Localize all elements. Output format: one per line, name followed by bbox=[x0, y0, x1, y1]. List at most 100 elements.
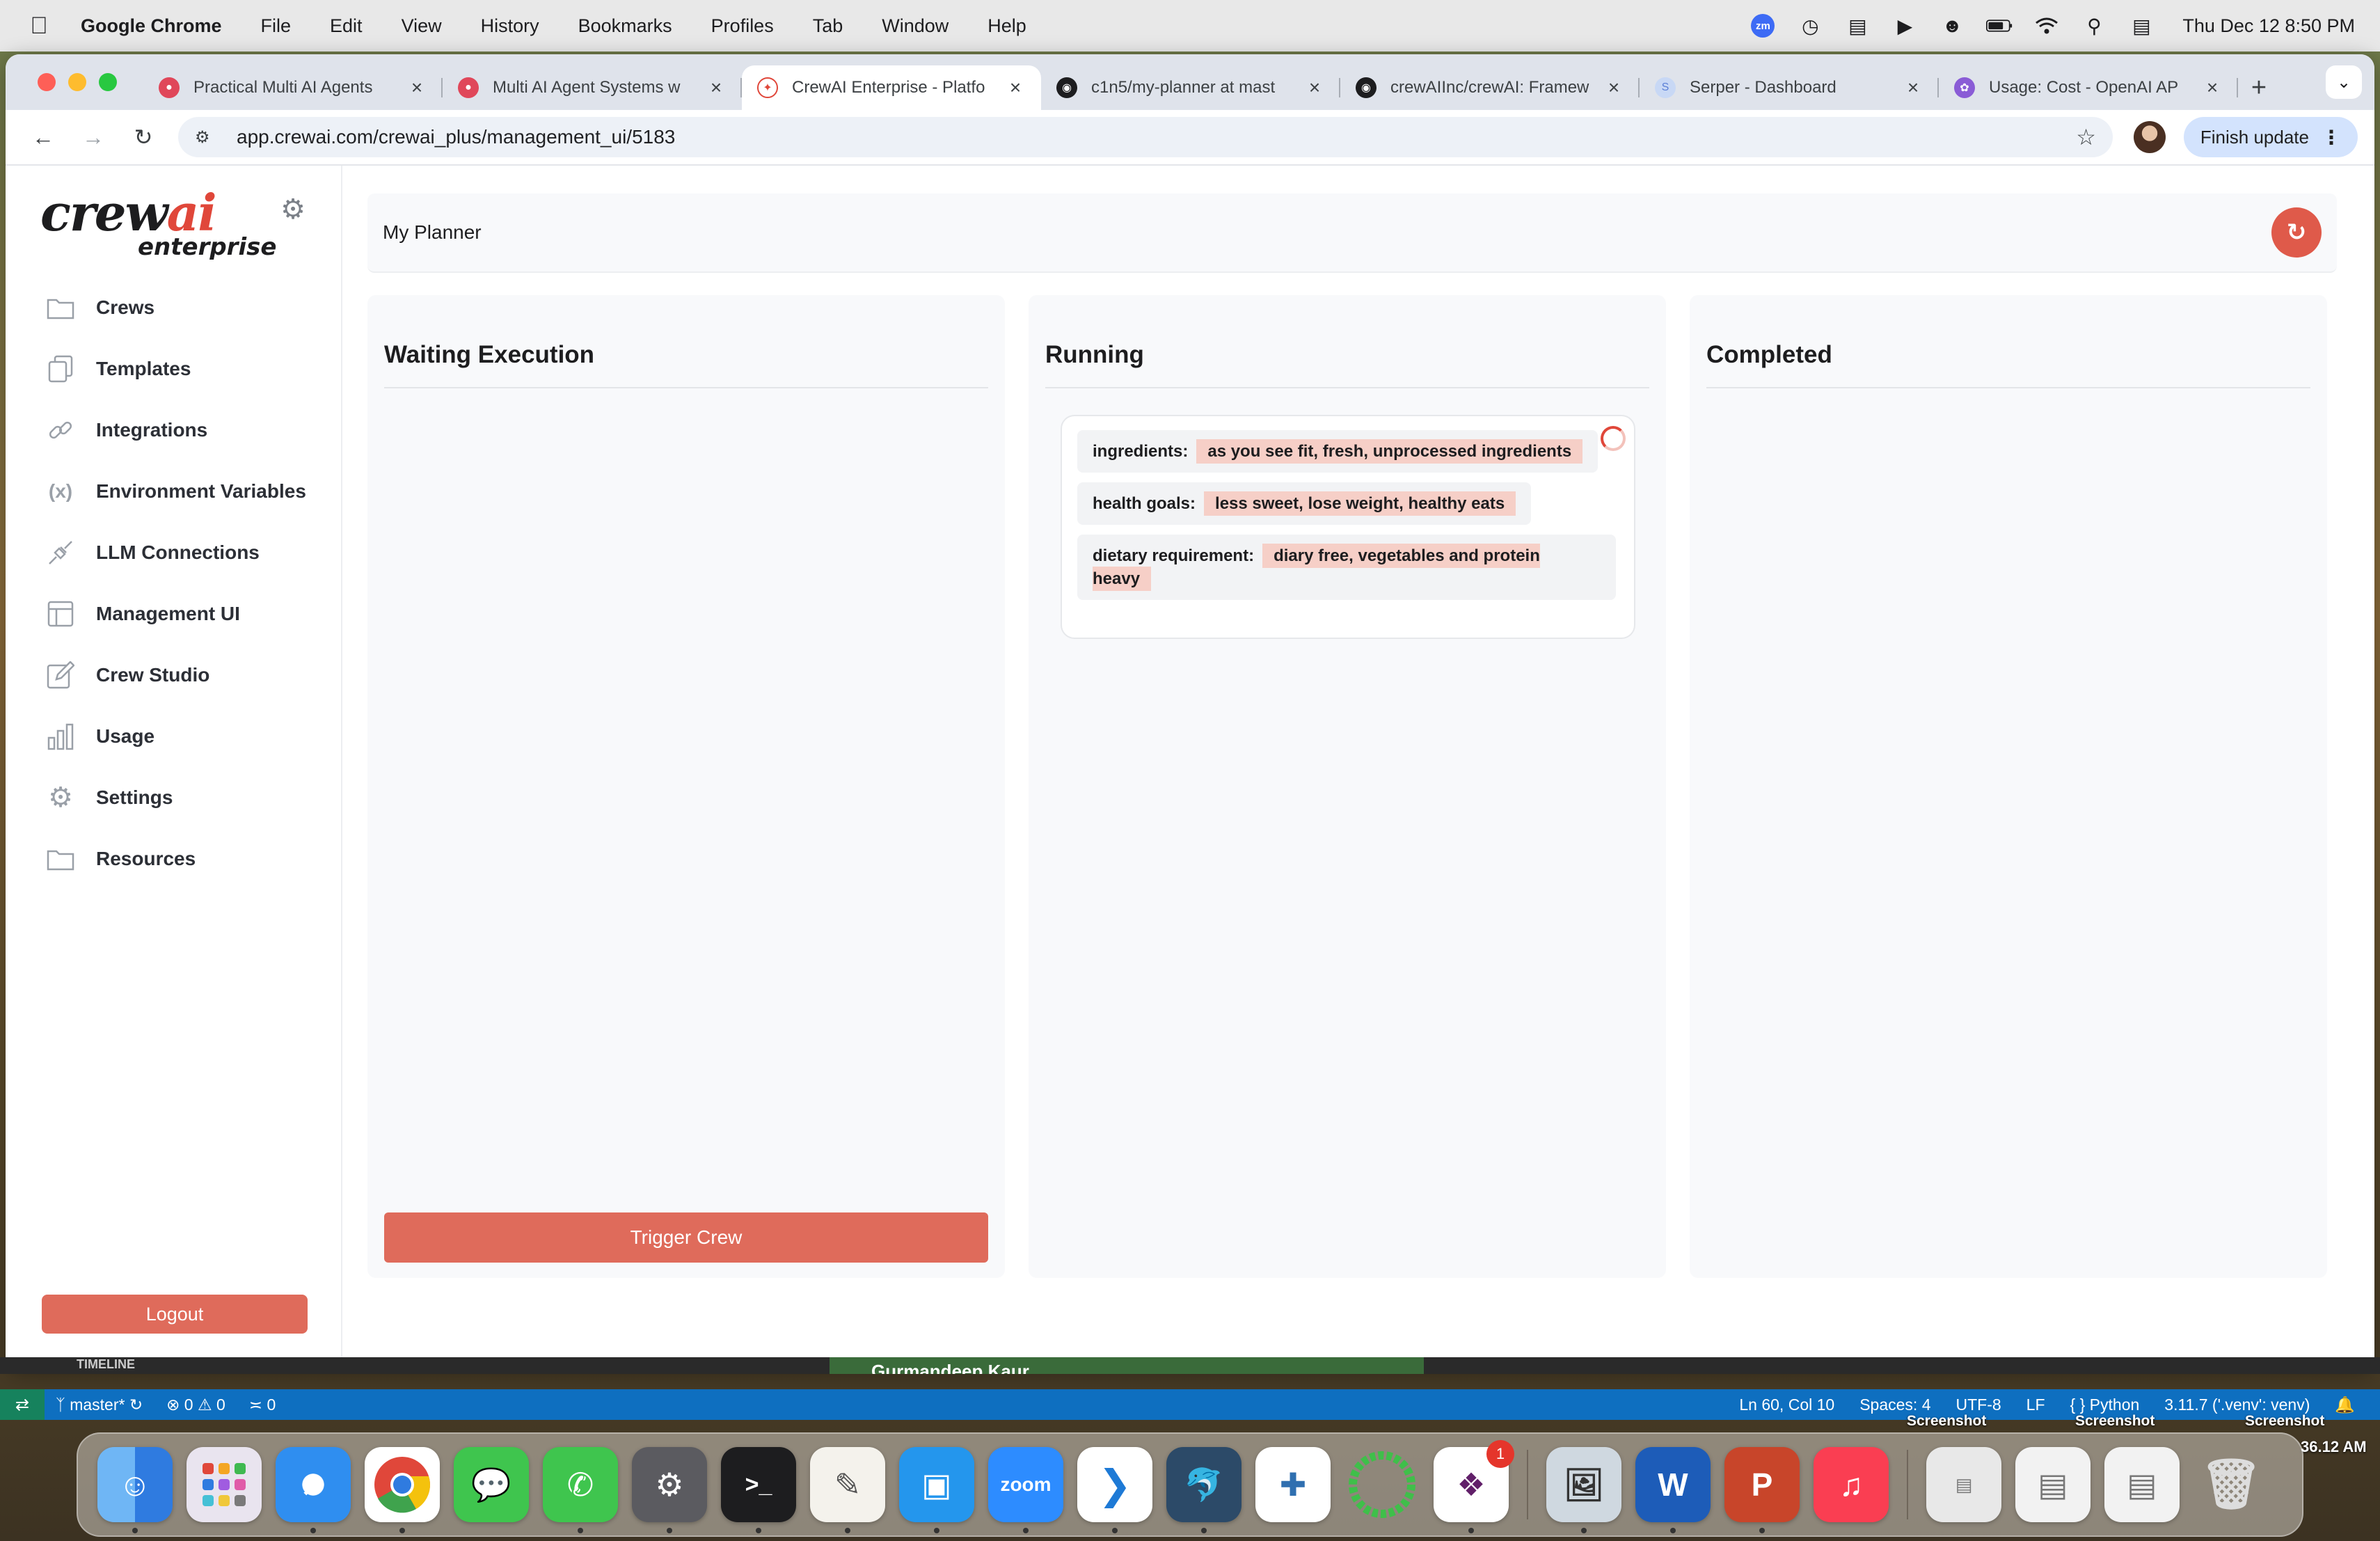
site-info-icon[interactable]: ⚙ bbox=[195, 127, 223, 148]
word-icon[interactable]: W bbox=[1635, 1447, 1711, 1533]
search-icon[interactable]: ⚲ bbox=[2081, 13, 2107, 39]
menu-edit[interactable]: Edit bbox=[330, 15, 363, 37]
menu-window[interactable]: Window bbox=[882, 15, 949, 37]
powerpoint-icon[interactable]: P bbox=[1724, 1447, 1800, 1533]
close-tab-icon[interactable]: × bbox=[2202, 77, 2223, 99]
menu-history[interactable]: History bbox=[481, 15, 539, 37]
close-tab-icon[interactable]: × bbox=[406, 77, 427, 99]
browser-tab[interactable]: ● Multi AI Agent Systems w × bbox=[443, 65, 742, 110]
menu-profiles[interactable]: Profiles bbox=[711, 15, 774, 37]
sidebar-item-llm-connections[interactable]: LLM Connections bbox=[45, 522, 341, 583]
sidebar-item-settings[interactable]: ⚙ Settings bbox=[45, 767, 341, 828]
close-tab-icon[interactable]: × bbox=[1903, 77, 1923, 99]
preview-icon[interactable]: 🖼 bbox=[1546, 1447, 1621, 1533]
close-window-icon[interactable] bbox=[38, 73, 56, 91]
crewai-logo[interactable]: crewai enterprise bbox=[40, 183, 276, 261]
safari-icon[interactable]: ➚ bbox=[276, 1447, 351, 1533]
system-settings-icon[interactable]: ⚙ bbox=[632, 1447, 707, 1533]
mysql-workbench-icon[interactable]: 🐬 bbox=[1166, 1447, 1241, 1533]
logout-button[interactable]: Logout bbox=[42, 1295, 308, 1334]
sidebar-item-environment-variables[interactable]: (x) Environment Variables bbox=[45, 461, 341, 522]
close-tab-icon[interactable]: × bbox=[706, 77, 727, 99]
line-ending[interactable]: LF bbox=[2026, 1396, 2045, 1414]
refresh-button[interactable]: ↻ bbox=[2271, 207, 2322, 258]
cursor-position[interactable]: Ln 60, Col 10 bbox=[1739, 1396, 1834, 1414]
new-tab-icon[interactable]: + bbox=[2238, 65, 2280, 110]
sidebar-item-crew-studio[interactable]: Crew Studio bbox=[45, 645, 341, 706]
menu-app-name[interactable]: Google Chrome bbox=[81, 15, 222, 37]
browser-tab[interactable]: S Serper - Dashboard × bbox=[1640, 65, 1939, 110]
zoom-window-icon[interactable] bbox=[99, 73, 117, 91]
menu-tab[interactable]: Tab bbox=[813, 15, 843, 37]
play-icon[interactable]: ▶ bbox=[1891, 13, 1918, 39]
ports-count[interactable]: ≍ 0 bbox=[249, 1396, 276, 1414]
csv-file-icon[interactable]: ▤ bbox=[1926, 1447, 2001, 1522]
git-branch[interactable]: ᛉ master* ↻ bbox=[56, 1396, 143, 1414]
screenshot-stack-icon[interactable]: ▤ bbox=[2015, 1447, 2091, 1522]
browser-tab[interactable]: ◉ c1n5/my-planner at mast × bbox=[1041, 65, 1340, 110]
time-machine-icon[interactable]: ◷ bbox=[1797, 13, 1823, 39]
notifications-icon[interactable]: 🔔 bbox=[2335, 1396, 2355, 1414]
tableau-icon[interactable]: ✚ bbox=[1255, 1447, 1331, 1522]
browser-tab[interactable]: ◉ crewAIInc/crewAI: Framew × bbox=[1340, 65, 1640, 110]
slack-icon[interactable]: ❖ 1 bbox=[1434, 1440, 1514, 1533]
finder-icon[interactable]: ☺ bbox=[97, 1447, 173, 1533]
back-icon[interactable]: ← bbox=[22, 116, 64, 158]
sidebar-item-management-ui[interactable]: Management UI bbox=[45, 583, 341, 645]
sidebar-item-templates[interactable]: Templates bbox=[45, 338, 341, 400]
music-icon[interactable]: ♫ bbox=[1814, 1447, 1889, 1522]
textedit-icon[interactable]: ✎ bbox=[810, 1447, 885, 1533]
tab-search-icon[interactable]: ⌄ bbox=[2326, 65, 2362, 99]
bed-icon[interactable]: ▤ bbox=[1844, 13, 1871, 39]
indentation[interactable]: Spaces: 4 bbox=[1859, 1396, 1930, 1414]
terminal-icon[interactable]: >_ bbox=[721, 1447, 796, 1533]
downloads-stack-icon[interactable]: ▤ bbox=[2104, 1447, 2180, 1522]
reload-icon[interactable]: ↻ bbox=[122, 116, 164, 158]
forward-icon[interactable]: → bbox=[72, 116, 114, 158]
apple-menu-icon[interactable]:  bbox=[25, 13, 53, 40]
running-execution-card[interactable]: ingredients: as you see fit, fresh, unpro… bbox=[1061, 415, 1635, 639]
close-tab-icon[interactable]: × bbox=[1304, 77, 1325, 99]
menu-view[interactable]: View bbox=[402, 15, 442, 37]
progress-ring-icon[interactable] bbox=[1344, 1447, 1420, 1522]
url-text[interactable]: app.crewai.com/crewai_plus/management_ui… bbox=[237, 126, 2076, 148]
browser-tab-active[interactable]: ✦ CrewAI Enterprise - Platfo × bbox=[742, 65, 1041, 110]
profile-avatar[interactable] bbox=[2133, 121, 2166, 153]
menu-clock[interactable]: Thu Dec 12 8:50 PM bbox=[2182, 15, 2355, 37]
sidebar-item-crews[interactable]: Crews bbox=[45, 277, 341, 338]
finish-update-button[interactable]: Finish update ⋮ bbox=[2183, 117, 2358, 157]
menu-file[interactable]: File bbox=[261, 15, 292, 37]
gear-icon[interactable]: ⚙ bbox=[277, 193, 309, 226]
user-icon[interactable]: ☻ bbox=[1939, 13, 1965, 39]
address-bar[interactable]: ⚙ app.crewai.com/crewai_plus/management_… bbox=[178, 117, 2113, 157]
launchpad-icon[interactable] bbox=[187, 1447, 262, 1522]
docker-icon[interactable]: ▣ bbox=[899, 1447, 974, 1533]
timeline-label[interactable]: TIMELINE bbox=[77, 1357, 135, 1372]
more-menu-icon[interactable]: ⋮ bbox=[2322, 126, 2341, 149]
close-tab-icon[interactable]: × bbox=[1005, 77, 1026, 99]
close-tab-icon[interactable]: × bbox=[1603, 77, 1624, 99]
python-interpreter[interactable]: 3.11.7 ('.venv': venv) bbox=[2164, 1396, 2310, 1414]
browser-tab[interactable]: ✿ Usage: Cost - OpenAI AP × bbox=[1939, 65, 2238, 110]
browser-tab[interactable]: ● Practical Multi AI Agents × bbox=[143, 65, 443, 110]
encoding[interactable]: UTF-8 bbox=[1956, 1396, 2001, 1414]
menu-bookmarks[interactable]: Bookmarks bbox=[578, 15, 672, 37]
problems-count[interactable]: ⊗ 0 ⚠ 0 bbox=[166, 1396, 225, 1414]
bookmark-star-icon[interactable]: ☆ bbox=[2076, 124, 2096, 150]
minimize-window-icon[interactable] bbox=[68, 73, 86, 91]
chrome-icon[interactable] bbox=[365, 1447, 440, 1533]
language-mode[interactable]: { } Python bbox=[2070, 1396, 2140, 1414]
zoom-app-icon[interactable]: zoom bbox=[988, 1447, 1063, 1533]
remote-icon[interactable]: ⇄ bbox=[0, 1389, 45, 1420]
wifi-icon[interactable] bbox=[2033, 13, 2060, 39]
control-center-icon[interactable]: ▤ bbox=[2128, 13, 2155, 39]
battery-icon[interactable] bbox=[1986, 13, 2013, 39]
messages-icon[interactable]: 💬 bbox=[454, 1447, 529, 1522]
sidebar-item-usage[interactable]: Usage bbox=[45, 706, 341, 767]
trash-icon[interactable]: 🗑 bbox=[2193, 1447, 2269, 1522]
trigger-crew-button[interactable]: Trigger Crew bbox=[384, 1212, 988, 1263]
zoom-icon[interactable]: zm bbox=[1750, 13, 1776, 39]
vscode-icon[interactable]: ❯ bbox=[1077, 1447, 1152, 1533]
menu-help[interactable]: Help bbox=[987, 15, 1026, 37]
sidebar-item-resources[interactable]: Resources bbox=[45, 828, 341, 890]
